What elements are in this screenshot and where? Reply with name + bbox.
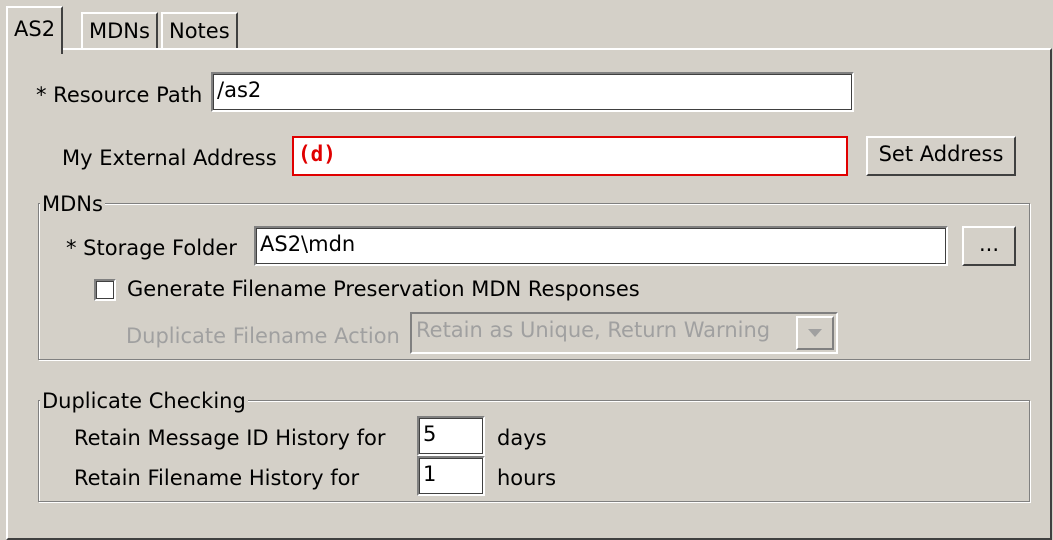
filename-history-value: 1 bbox=[423, 462, 437, 486]
filename-history-input[interactable]: 1 bbox=[417, 456, 485, 496]
duplicate-action-dropdown-button bbox=[796, 316, 834, 350]
resource-path-value: /as2 bbox=[217, 78, 262, 102]
tab-mdns[interactable]: MDNs bbox=[81, 12, 158, 48]
chevron-down-icon bbox=[808, 329, 822, 337]
tab-notes-label: Notes bbox=[169, 19, 230, 43]
storage-folder-label: * Storage Folder bbox=[66, 236, 237, 260]
message-id-history-unit: days bbox=[497, 426, 547, 450]
resource-path-field[interactable]: /as2 bbox=[211, 72, 854, 112]
message-id-history-value: 5 bbox=[423, 422, 437, 446]
storage-folder-field[interactable]: AS2\mdn bbox=[254, 226, 948, 266]
duplicate-filename-action-label: Duplicate Filename Action bbox=[126, 324, 400, 348]
browse-folder-button-label: ... bbox=[978, 232, 1000, 256]
filename-history-unit: hours bbox=[497, 466, 557, 490]
storage-folder-value: AS2\mdn bbox=[260, 232, 356, 256]
tab-as2-label: AS2 bbox=[14, 17, 56, 41]
set-address-button-label: Set Address bbox=[878, 142, 1004, 166]
external-address-value: (d) bbox=[298, 142, 336, 166]
tab-notes[interactable]: Notes bbox=[161, 12, 238, 48]
resource-path-label: * Resource Path bbox=[36, 83, 203, 107]
tab-mdns-label: MDNs bbox=[89, 19, 150, 43]
filename-preservation-label: Generate Filename Preservation MDN Respo… bbox=[127, 277, 640, 301]
filename-preservation-checkbox[interactable] bbox=[94, 279, 116, 301]
mdns-group-title: MDNs bbox=[40, 192, 105, 216]
duplicate-filename-action-value: Retain as Unique, Return Warning bbox=[416, 318, 771, 342]
as2-settings-window: AS2 MDNs Notes * Resource Path /as2 My E… bbox=[0, 0, 1053, 540]
external-address-label: My External Address bbox=[62, 146, 277, 170]
filename-history-label: Retain Filename History for bbox=[74, 466, 360, 490]
message-id-history-input[interactable]: 5 bbox=[417, 416, 485, 456]
duplicate-filename-action-select: Retain as Unique, Return Warning bbox=[410, 312, 838, 354]
browse-folder-button[interactable]: ... bbox=[962, 226, 1016, 266]
message-id-history-label: Retain Message ID History for bbox=[74, 426, 386, 450]
duplicate-checking-group-title: Duplicate Checking bbox=[40, 389, 248, 413]
tab-as2[interactable]: AS2 bbox=[6, 6, 64, 54]
set-address-button[interactable]: Set Address bbox=[866, 136, 1016, 176]
external-address-field[interactable]: (d) bbox=[292, 136, 848, 176]
